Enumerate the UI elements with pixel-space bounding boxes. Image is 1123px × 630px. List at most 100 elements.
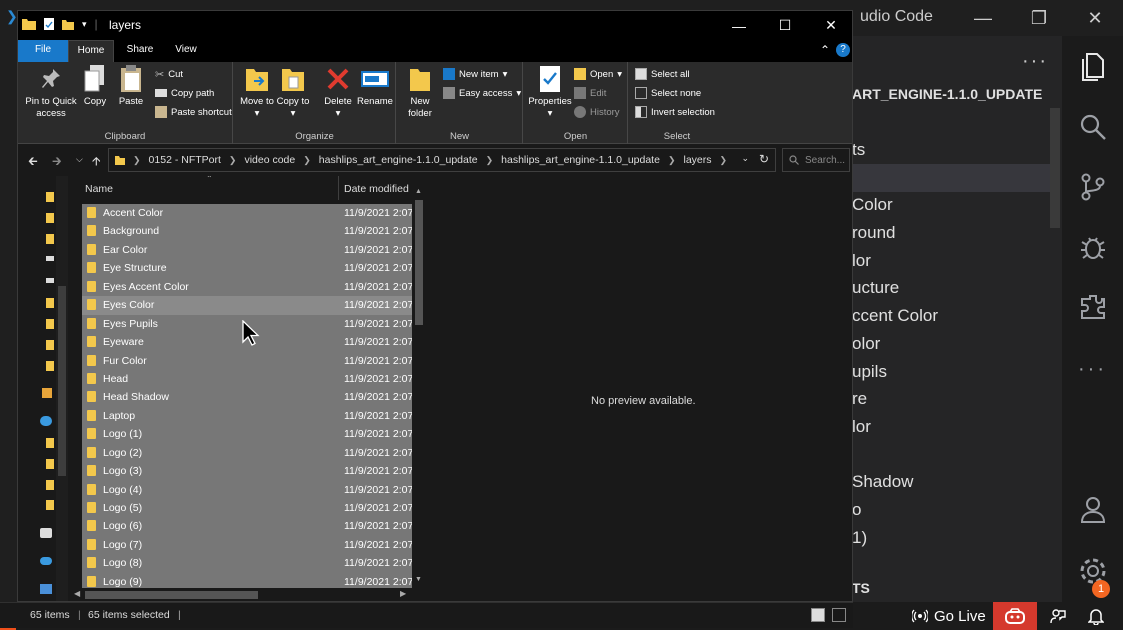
help-icon[interactable]: ?: [836, 43, 850, 57]
file-row[interactable]: Head Shadow 11/9/2021 2:07: [82, 388, 412, 407]
nav-folder-icon[interactable]: [46, 319, 54, 329]
explorer-tree-item[interactable]: re: [852, 385, 938, 413]
open-button[interactable]: Open ▾: [574, 66, 622, 82]
new-item-button[interactable]: New item ▾: [443, 66, 507, 82]
horizontal-scrollbar-thumb[interactable]: [85, 591, 258, 599]
minimize-icon[interactable]: —: [955, 0, 1011, 36]
nav-folder-icon[interactable]: [46, 234, 54, 244]
breadcrumb[interactable]: ❯ 0152 - NFTPort ❯ video code ❯ hashlips…: [108, 148, 776, 172]
explorer-tree-item[interactable]: ts: [852, 136, 938, 164]
nav-folder-icon[interactable]: [46, 298, 54, 308]
nav-drive-icon[interactable]: [46, 256, 54, 261]
collapse-ribbon-icon[interactable]: ⌃: [820, 43, 830, 57]
cut-button[interactable]: ✂ Cut: [155, 66, 183, 82]
file-row[interactable]: Background 11/9/2021 2:07: [82, 222, 412, 241]
nav-folder-icon[interactable]: [46, 438, 54, 448]
file-row[interactable]: Logo (3) 11/9/2021 2:07: [82, 462, 412, 481]
nav-quick-access-icon[interactable]: [42, 388, 52, 398]
properties-qat-icon[interactable]: [44, 18, 54, 30]
pin-quick-access-button[interactable]: Pin to Quick access: [24, 64, 78, 120]
explorer-tree-item[interactable]: ccent Color: [852, 302, 938, 330]
explorer-tree-item[interactable]: Color: [852, 191, 938, 219]
nav-onedrive-icon[interactable]: [40, 416, 52, 426]
nav-folder-icon[interactable]: [46, 361, 54, 371]
file-row[interactable]: Laptop 11/9/2021 2:07: [82, 406, 412, 426]
delete-button[interactable]: Delete ▾: [320, 64, 356, 120]
explorer-tree-item[interactable]: [852, 441, 938, 469]
file-row[interactable]: Logo (2) 11/9/2021 2:07: [82, 443, 412, 463]
explorer-tree-item[interactable]: lor: [852, 413, 938, 441]
forward-arrow-icon[interactable]: 🡲: [52, 152, 62, 173]
explorer-tree-item[interactable]: [852, 164, 938, 192]
explorer-tree-item[interactable]: o: [852, 496, 938, 524]
file-row[interactable]: Eyes Accent Color 11/9/2021 2:07: [82, 277, 412, 297]
properties-button[interactable]: Properties ▾: [526, 64, 574, 120]
nav-scrollbar-thumb[interactable]: [58, 286, 66, 476]
explorer-folder-header[interactable]: ART_ENGINE-1.1.0_UPDATE: [852, 86, 1042, 102]
nav-folder-icon[interactable]: [46, 192, 54, 202]
explorer-tree-item[interactable]: upils: [852, 358, 938, 386]
explorer-tree-item[interactable]: 1): [852, 524, 938, 552]
back-arrow-icon[interactable]: 🡰: [28, 152, 38, 173]
edit-button[interactable]: Edit: [574, 85, 606, 101]
move-to-button[interactable]: Move to ▾: [240, 64, 274, 120]
nav-folder-icon[interactable]: [46, 213, 54, 223]
maximize-icon[interactable]: ☐: [762, 11, 808, 40]
scroll-up-icon[interactable]: ▲: [415, 188, 422, 195]
source-control-icon[interactable]: [1062, 162, 1123, 212]
scroll-right-icon[interactable]: ▶: [400, 589, 406, 598]
file-row[interactable]: Accent Color 11/9/2021 2:07: [82, 204, 412, 223]
breadcrumb-item[interactable]: layers: [683, 154, 711, 166]
nav-drive-icon[interactable]: [46, 278, 54, 283]
restore-icon[interactable]: ❐: [1011, 0, 1067, 36]
vertical-scrollbar-thumb[interactable]: [415, 200, 423, 325]
account-icon[interactable]: [1062, 484, 1123, 534]
nav-this-pc-icon[interactable]: [40, 584, 52, 594]
paste-button[interactable]: Paste: [114, 64, 148, 108]
column-name[interactable]: Name: [85, 183, 113, 195]
nav-onedrive-icon[interactable]: [40, 557, 52, 565]
select-all-button[interactable]: Select all: [635, 66, 690, 82]
breadcrumb-item[interactable]: 0152 - NFTPort: [149, 154, 221, 166]
file-row[interactable]: Logo (9) 11/9/2021 2:07: [82, 572, 412, 588]
copy-button[interactable]: Copy: [80, 64, 110, 108]
copy-to-button[interactable]: Copy to ▾: [276, 64, 310, 120]
up-arrow-icon[interactable]: 🡩: [92, 152, 101, 173]
select-none-button[interactable]: Select none: [635, 85, 701, 101]
scroll-down-icon[interactable]: ▼: [415, 576, 422, 583]
tab-view[interactable]: View: [166, 40, 206, 62]
settings-icon[interactable]: 1: [1062, 546, 1123, 598]
recent-locations-chevron-icon[interactable]: ⌵: [76, 154, 83, 165]
easy-access-button[interactable]: Easy access ▾: [443, 85, 521, 101]
explorer-tree-item[interactable]: Shadow: [852, 468, 938, 496]
notifications-bell-icon[interactable]: [1078, 602, 1114, 630]
breadcrumb-item[interactable]: hashlips_art_engine-1.1.0_update: [319, 154, 478, 166]
copy-path-button[interactable]: Copy path: [155, 85, 214, 101]
file-row[interactable]: Fur Color 11/9/2021 2:07: [82, 351, 412, 370]
nav-app-icon[interactable]: [40, 528, 52, 538]
tab-file[interactable]: File: [18, 40, 68, 62]
explorer-tree-item[interactable]: lor: [852, 247, 938, 275]
search-icon[interactable]: [1062, 102, 1123, 152]
file-row[interactable]: Ear Color 11/9/2021 2:07: [82, 240, 412, 260]
copilot-icon[interactable]: [993, 602, 1037, 630]
column-date-modified[interactable]: Date modified: [344, 183, 409, 195]
details-view-icon[interactable]: [811, 608, 825, 622]
new-folder-button[interactable]: New folder: [403, 64, 437, 120]
large-icons-view-icon[interactable]: [832, 608, 846, 622]
search-input[interactable]: Search...: [782, 148, 850, 172]
file-row[interactable]: Eye Structure 11/9/2021 2:07: [82, 259, 412, 278]
close-icon[interactable]: ✕: [1067, 0, 1123, 36]
outline-header[interactable]: TS: [852, 580, 870, 596]
qat-dropdown-icon[interactable]: ▾: [82, 19, 87, 30]
file-row[interactable]: Logo (7) 11/9/2021 2:07: [82, 535, 412, 555]
invert-selection-button[interactable]: Invert selection: [635, 104, 715, 120]
nav-folder-icon[interactable]: [46, 340, 54, 350]
debug-icon[interactable]: [1062, 222, 1123, 272]
tab-home[interactable]: Home: [68, 40, 114, 62]
nav-folder-icon[interactable]: [46, 459, 54, 469]
scroll-left-icon[interactable]: ◀: [74, 589, 80, 598]
explorer-tree-item[interactable]: olor: [852, 330, 938, 358]
close-icon[interactable]: ✕: [808, 11, 852, 40]
file-row[interactable]: Logo (1) 11/9/2021 2:07: [82, 425, 412, 444]
